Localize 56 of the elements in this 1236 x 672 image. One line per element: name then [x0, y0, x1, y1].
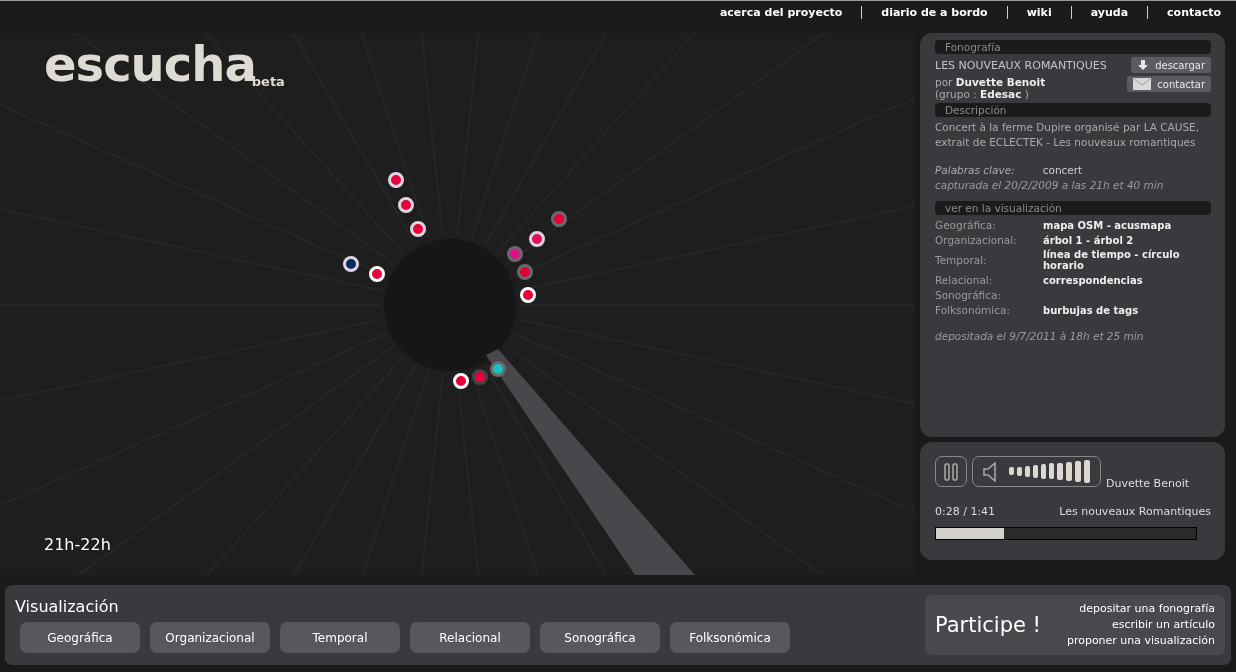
download-button[interactable]: descargar — [1131, 57, 1211, 73]
nav-link[interactable]: acerca del proyecto — [710, 5, 852, 19]
track-title: Les nouveaux Romantiques — [1059, 505, 1211, 518]
visualization-button[interactable]: Temporal — [280, 622, 400, 653]
sound-dot[interactable] — [472, 369, 488, 385]
group-line: (grupo : Edesac ) — [935, 88, 1030, 100]
visualization-button[interactable]: Sonográfica — [540, 622, 660, 653]
visualization-button[interactable]: Organizacional — [150, 622, 270, 653]
deposit-date: depositada el 9/7/2011 à 18h et 25 min — [935, 330, 1145, 342]
view-links[interactable]: mapa OSM - acusmapa — [1043, 219, 1211, 231]
pause-icon — [944, 462, 958, 481]
contact-button[interactable]: contactar — [1127, 76, 1211, 92]
participate-link[interactable]: escribir un artículo — [1111, 617, 1215, 633]
recording-title: LES NOUVEAUX ROMANTIQUES — [935, 58, 1107, 72]
progress-bar[interactable] — [935, 527, 1197, 540]
nav-link[interactable]: ayuda — [1081, 5, 1138, 19]
section-header: Descripción — [935, 103, 1211, 117]
capture-date: capturada el 20/2/2009 a las 21h et 40 min — [935, 179, 1165, 191]
time-label: 21h-22h — [44, 535, 111, 554]
envelope-icon — [1133, 78, 1152, 90]
view-links[interactable]: burbujas de tags — [1043, 304, 1211, 316]
view-links[interactable]: correspondencias — [1043, 274, 1211, 286]
view-label: Relacional: — [935, 274, 994, 286]
keywords-label: Palabras clave: — [935, 164, 1015, 176]
keyword-tag[interactable]: concert — [1042, 164, 1083, 176]
author-line: por Duvette Benoit — [935, 76, 1046, 88]
participate-link[interactable]: depositar una fonografía — [1079, 601, 1215, 617]
view-links[interactable]: árbol 1 - árbol 2 — [1043, 234, 1211, 246]
view-label: Folksonómica: — [935, 304, 1011, 316]
sound-dot[interactable] — [507, 246, 523, 262]
nav-link[interactable]: wiki — [1017, 5, 1061, 19]
participate-title: Participe ! — [935, 613, 1041, 637]
pause-button[interactable] — [935, 456, 967, 487]
visualization-button[interactable]: Relacional — [410, 622, 530, 653]
speaker-icon — [983, 461, 997, 482]
visualization-button[interactable]: Folksonómica — [670, 622, 790, 653]
nav-link[interactable]: contacto — [1158, 5, 1230, 19]
section-header: ver en la visualización — [935, 201, 1211, 215]
participate-link[interactable]: proponer una visualización — [1066, 633, 1215, 649]
sound-dot[interactable] — [551, 211, 567, 227]
sound-dot[interactable] — [490, 361, 506, 377]
footer-title: Visualización — [15, 597, 120, 616]
view-label: Organizacional: — [935, 234, 1018, 246]
view-label: Geográfica: — [935, 219, 997, 231]
nav-link[interactable]: diario de a bordo — [872, 5, 997, 19]
description-text: Concert à la ferme Dupire organisé par LA CAUSE, extrait de ECLECTEK - Les nouveaux romantiques — [935, 120, 1201, 150]
download-icon — [1137, 59, 1150, 71]
view-links[interactable]: línea de tiempo - círculo horario — [1043, 249, 1211, 271]
playback-time: 0:28 / 1:41 — [935, 505, 996, 518]
artist-name: Duvette Benoit — [1106, 477, 1189, 490]
volume-control[interactable] — [972, 456, 1101, 487]
view-label: Temporal: — [935, 254, 988, 266]
visualization-button[interactable]: Geográfica — [20, 622, 140, 653]
view-label: Sonográfica: — [935, 289, 1002, 301]
sound-dot[interactable] — [517, 264, 533, 280]
section-header: Fonografía — [935, 40, 1211, 54]
